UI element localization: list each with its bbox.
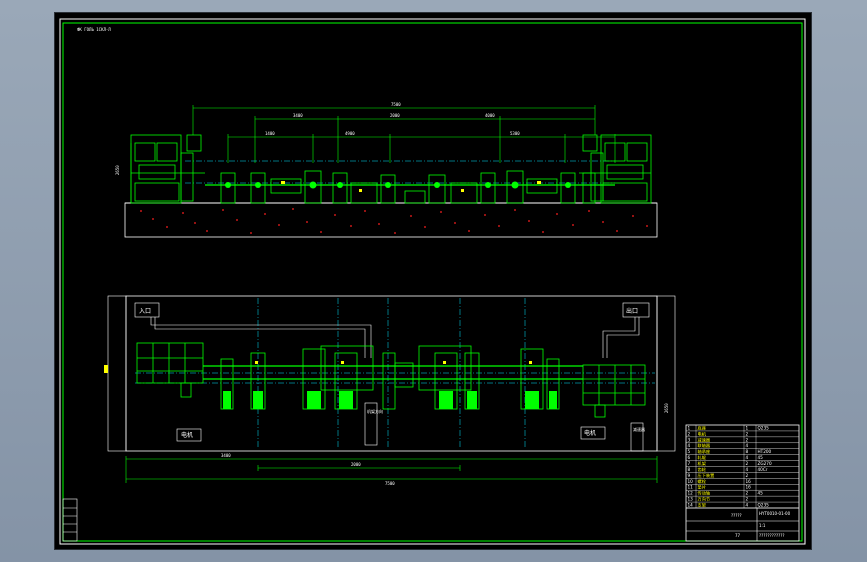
label-exit: 出口 [626, 307, 638, 315]
plan-shaft [203, 365, 583, 380]
school-name: ???????????? [759, 533, 784, 538]
parts-cell: 支架 [698, 502, 706, 509]
parts-cell: 8 [688, 467, 691, 472]
elevation-markers [281, 181, 541, 192]
dim-top-row2-b: 2000 [390, 113, 400, 118]
parts-cell: 45 [758, 491, 764, 496]
parts-cell: 45 [758, 455, 764, 460]
parts-cell: 16 [746, 479, 752, 484]
parts-cell: 5 [688, 449, 691, 454]
dim-total-bottom: 7500 [385, 481, 395, 486]
parts-cell: 40Cr [758, 467, 768, 472]
dim-top-row3-b: 4900 [345, 131, 355, 136]
parts-cell: 14 [688, 503, 694, 508]
parts-cell: ZG270 [758, 461, 772, 466]
parts-cell: 4 [688, 443, 691, 448]
elevation-stands [220, 170, 596, 204]
parts-cell: 13 [688, 497, 694, 502]
outer-frame [59, 18, 806, 545]
plan-stands [220, 345, 560, 410]
parts-cell: 4 [746, 467, 749, 472]
parts-cell: 3 [688, 437, 691, 442]
plan-bearings [223, 391, 557, 409]
sheet-mark: 77 [735, 533, 741, 538]
parts-cell: 8 [746, 449, 749, 454]
parts-cell: HT200 [758, 449, 772, 454]
label-entry: 入口 [139, 308, 151, 315]
inner-frame [62, 22, 803, 542]
parts-cell: 7 [688, 461, 691, 466]
dim-top-row3-a: 1400 [265, 131, 275, 136]
foundation-hatch [140, 208, 648, 234]
label-center-direction: 机架方向 [367, 408, 383, 414]
parts-cell: 2 [746, 431, 749, 436]
parts-cell: 4 [746, 503, 749, 508]
parts-cell: Q235 [758, 425, 770, 430]
dim-plan-width: 2650 [664, 403, 669, 413]
dim-bottom-row2: 2000 [351, 462, 361, 467]
scale-code: 1:1 [759, 523, 766, 528]
plan-dimensions [125, 456, 658, 483]
parts-cell: 9 [688, 473, 691, 478]
dim-top-row2-c: 4000 [485, 113, 495, 118]
parts-cell: 2 [746, 437, 749, 442]
cad-drawing-canvas: ФК ГОЛЬ 1СКЛ-Л 7500 3400 2000 4000 1400 … [59, 18, 806, 545]
elevation-dimensions [130, 105, 616, 203]
dim-total-top: 7500 [391, 102, 401, 107]
parts-cell: 1 [688, 425, 691, 430]
dim-bottom-row1: 3400 [221, 453, 231, 458]
drawing-number: HYT0010-01-00 [759, 511, 791, 516]
parts-cell: 12 [688, 491, 694, 496]
plan-outline [125, 295, 658, 452]
elevation-left-machine [130, 134, 205, 204]
parts-cell: 10 [688, 479, 694, 484]
parts-list-table: 1 底座 1 Q2352 电机 23 减速器 24 联轴器 45 轴承座 8 HT2006 轧辊 4 457 机… [685, 424, 800, 542]
dim-top-row3-c: 5300 [510, 131, 520, 136]
parts-cell: Q235 [758, 503, 770, 508]
parts-cell: 4 [746, 455, 749, 460]
parts-cell: 6 [688, 455, 691, 460]
parts-cell: 2 [688, 431, 691, 436]
title-block-name: ????? [731, 513, 742, 518]
parts-cell: 2 [746, 491, 749, 496]
parts-cell: 16 [746, 485, 752, 490]
parts-cell: 1 [746, 425, 749, 430]
dim-height: 2650 [115, 165, 120, 175]
dim-top-row2-a: 3400 [293, 113, 303, 118]
plan-view: 入口 出口 机架方向 电机 电机 减速器 3400 2000 7500 2650 [104, 295, 676, 486]
label-motor-right: 电机 [584, 429, 596, 437]
parts-cell: 2 [746, 461, 749, 466]
foundation-outline [124, 202, 658, 238]
elevation-view: 7500 3400 2000 4000 1400 4900 5300 2650 [115, 102, 658, 238]
parts-cell: 4 [746, 443, 749, 448]
header-text: ФК ГОЛЬ 1СКЛ-Л [77, 27, 111, 32]
parts-cell: 2 [746, 473, 749, 478]
parts-cell: 11 [688, 485, 694, 490]
left-margin-strip [62, 498, 78, 542]
plan-left-motor [136, 342, 204, 398]
parts-cell: 2 [746, 497, 749, 502]
label-motor-left: 电机 [181, 431, 193, 439]
label-reducer: 减速器 [633, 426, 645, 432]
cad-viewport[interactable]: ФК ГОЛЬ 1СКЛ-Л 7500 3400 2000 4000 1400 … [55, 13, 811, 549]
